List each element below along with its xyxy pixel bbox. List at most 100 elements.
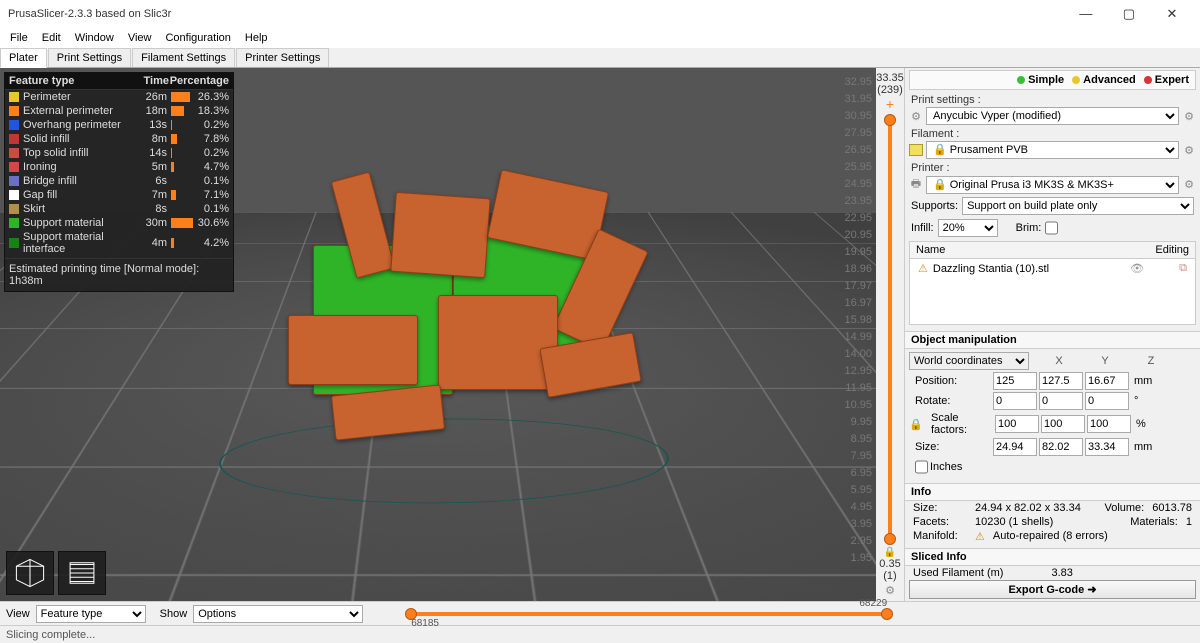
legend-bar: [171, 148, 195, 158]
rotate-y[interactable]: [1039, 392, 1083, 410]
position-z[interactable]: [1085, 372, 1129, 390]
mode-advanced[interactable]: Advanced: [1072, 74, 1136, 86]
position-y[interactable]: [1039, 372, 1083, 390]
filament-color-swatch[interactable]: [909, 144, 923, 156]
size-z[interactable]: [1085, 438, 1129, 456]
tick-label: 1.95: [851, 552, 872, 564]
objlist-hdr-name: Name: [916, 244, 1155, 256]
legend-feature-name: Overhang perimeter: [23, 119, 131, 131]
tick-label: 7.95: [851, 450, 872, 462]
legend-feature-name: Support material interface: [23, 231, 131, 255]
gear-icon[interactable]: ⚙: [885, 584, 895, 597]
legend-bar: [171, 190, 195, 200]
minimize-icon[interactable]: —: [1066, 6, 1106, 21]
show-label: Show: [160, 608, 188, 620]
move-slider-thumb-right[interactable]: [881, 608, 893, 620]
legend-feature-name: Gap fill: [23, 189, 131, 201]
printer-select[interactable]: 🔒 Original Prusa i3 MK3S & MK3S+: [926, 176, 1179, 194]
position-x[interactable]: [993, 372, 1037, 390]
legend-row[interactable]: Skirt 8s 0.1%: [5, 202, 233, 216]
tab-filament-settings[interactable]: Filament Settings: [132, 48, 235, 67]
eye-icon[interactable]: 👁: [1130, 262, 1144, 275]
print-settings-select[interactable]: Anycubic Vyper (modified): [926, 107, 1179, 125]
legend-time: 4m: [131, 237, 167, 249]
size-y[interactable]: [1039, 438, 1083, 456]
tick-label: 17.97: [844, 280, 872, 292]
coord-space-select[interactable]: World coordinates: [909, 352, 1029, 370]
filament-select[interactable]: 🔒 Prusament PVB: [926, 141, 1179, 159]
info-volume: 6013.78: [1152, 502, 1192, 514]
move-slider-min: 68185: [411, 618, 439, 629]
gear-icon[interactable]: ⚙: [1182, 110, 1196, 123]
scale-lock-icon[interactable]: 🔒: [909, 418, 923, 431]
legend-row[interactable]: Top solid infill 14s 0.2%: [5, 146, 233, 160]
legend-row[interactable]: Ironing 5m 4.7%: [5, 160, 233, 174]
legend-feature-name: Skirt: [23, 203, 131, 215]
rotate-x[interactable]: [993, 392, 1037, 410]
edit-icon[interactable]: ⧉: [1179, 262, 1187, 275]
layer-slider-thumb-top[interactable]: [884, 114, 896, 126]
legend-row[interactable]: Overhang perimeter 13s 0.2%: [5, 118, 233, 132]
warning-icon: ⚠: [918, 262, 928, 275]
info-facets-label: Facets:: [913, 516, 967, 528]
rotate-z[interactable]: [1085, 392, 1129, 410]
move-slider[interactable]: 68185 68229: [409, 612, 889, 616]
maximize-icon[interactable]: ▢: [1109, 6, 1149, 22]
tab-printer-settings[interactable]: Printer Settings: [236, 48, 329, 67]
menu-window[interactable]: Window: [69, 30, 120, 46]
layer-slider[interactable]: 33.35 (239) + 🔒 0.35 (1) ⚙: [876, 68, 904, 601]
infill-select[interactable]: 20%: [938, 219, 998, 237]
isometric-view-button[interactable]: [6, 551, 54, 595]
layer-slider-track[interactable]: [888, 118, 892, 541]
layers-view-button[interactable]: [58, 551, 106, 595]
scale-y[interactable]: [1041, 415, 1085, 433]
menu-help[interactable]: Help: [239, 30, 274, 46]
scale-unit: %: [1133, 418, 1155, 430]
mode-simple[interactable]: Simple: [1017, 74, 1064, 86]
legend-row[interactable]: Support material 30m 30.6%: [5, 216, 233, 230]
view-widgets: [6, 551, 106, 595]
legend-bar: [171, 162, 195, 172]
move-slider-thumb-left[interactable]: [405, 608, 417, 620]
show-select[interactable]: Options: [193, 605, 363, 623]
gear-icon[interactable]: ⚙: [909, 110, 923, 123]
close-icon[interactable]: ✕: [1152, 6, 1192, 22]
view-select[interactable]: Feature type: [36, 605, 146, 623]
layer-slider-thumb-bottom[interactable]: [884, 533, 896, 545]
object-list-item[interactable]: ⚠ Dazzling Stantia (10).stl 👁 ⧉: [910, 259, 1195, 278]
legend-row[interactable]: Gap fill 7m 7.1%: [5, 188, 233, 202]
info-manifold: Auto-repaired (8 errors): [993, 530, 1108, 543]
tick-label: 24.95: [844, 178, 872, 190]
brim-checkbox[interactable]: [1045, 219, 1058, 237]
tab-print-settings[interactable]: Print Settings: [48, 48, 131, 67]
menu-configuration[interactable]: Configuration: [159, 30, 236, 46]
legend-row[interactable]: Solid infill 8m 7.8%: [5, 132, 233, 146]
legend-swatch: [9, 162, 19, 172]
plus-icon[interactable]: +: [886, 96, 894, 112]
scale-z[interactable]: [1087, 415, 1131, 433]
3d-viewport[interactable]: Feature type Time Percentage Perimeter 2…: [0, 68, 876, 601]
inches-checkbox[interactable]: [915, 458, 928, 476]
legend-bar: [171, 106, 195, 116]
legend-row[interactable]: Perimeter 26m 26.3%: [5, 90, 233, 104]
menu-file[interactable]: File: [4, 30, 34, 46]
tick-label: 16.97: [844, 297, 872, 309]
mode-expert[interactable]: Expert: [1144, 74, 1189, 86]
lock-icon[interactable]: 🔒: [884, 547, 896, 558]
bottom-bar: View Feature type Show Options 68185 682…: [0, 601, 1200, 625]
tab-plater[interactable]: Plater: [0, 48, 47, 68]
gear-icon[interactable]: ⚙: [1182, 144, 1196, 157]
legend-bar: [171, 120, 195, 130]
legend-row[interactable]: Support material interface 4m 4.2%: [5, 230, 233, 256]
export-gcode-button[interactable]: Export G-code ➜: [909, 580, 1196, 599]
legend-row[interactable]: External perimeter 18m 18.3%: [5, 104, 233, 118]
menu-edit[interactable]: Edit: [36, 30, 67, 46]
title-bar: PrusaSlicer-2.3.3 based on Slic3r — ▢ ✕: [0, 0, 1200, 28]
gear-icon[interactable]: ⚙: [1182, 178, 1196, 191]
legend-row[interactable]: Bridge infill 6s 0.1%: [5, 174, 233, 188]
supports-select[interactable]: Support on build plate only: [962, 197, 1194, 215]
legend-pct: 0.1%: [195, 203, 229, 215]
scale-x[interactable]: [995, 415, 1039, 433]
size-x[interactable]: [993, 438, 1037, 456]
menu-view[interactable]: View: [122, 30, 158, 46]
